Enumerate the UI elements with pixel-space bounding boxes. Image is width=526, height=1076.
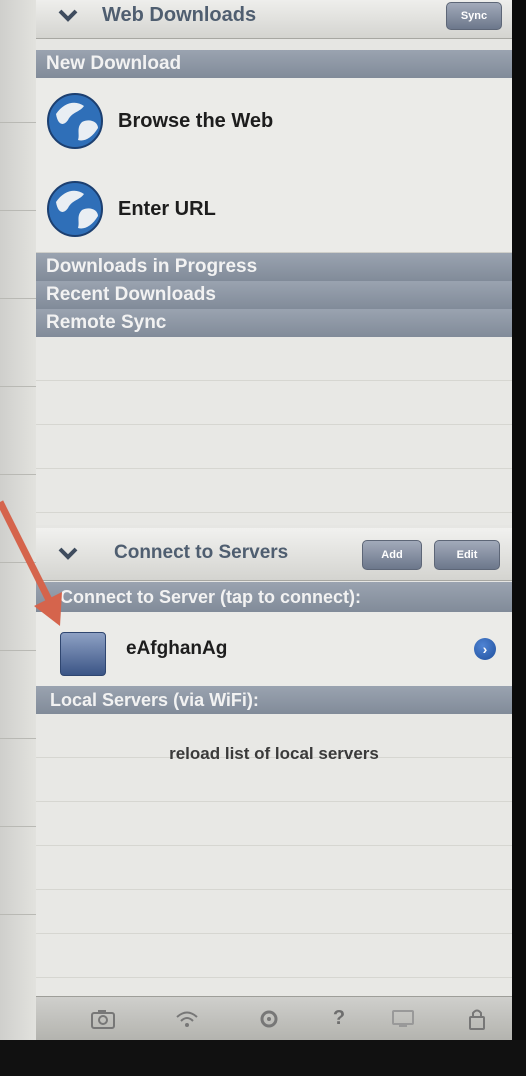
reload-local-servers-link[interactable]: reload list of local servers bbox=[36, 744, 512, 764]
chevron-down-icon[interactable] bbox=[54, 6, 82, 26]
server-row-eafghanag[interactable]: eAfghanAg › bbox=[36, 612, 512, 687]
section-downloads-in-progress: Downloads in Progress bbox=[36, 253, 512, 281]
remote-sync-list bbox=[36, 337, 512, 525]
help-icon[interactable]: ? bbox=[326, 1007, 352, 1031]
monitor-icon[interactable] bbox=[390, 1007, 416, 1031]
lock-icon[interactable] bbox=[464, 1007, 490, 1031]
annotation-arrow-icon bbox=[0, 500, 62, 626]
connect-servers-title: Connect to Servers bbox=[114, 542, 289, 563]
device-bezel-right bbox=[512, 0, 526, 1076]
section-local-servers: Local Servers (via WiFi): bbox=[36, 686, 512, 714]
section-new-download: New Download bbox=[36, 50, 512, 78]
wifi-icon[interactable] bbox=[174, 1007, 200, 1031]
gear-icon[interactable] bbox=[256, 1007, 282, 1031]
connect-servers-header: Connect to Servers Add Edit bbox=[36, 528, 512, 581]
section-recent-downloads: Recent Downloads bbox=[36, 281, 512, 309]
section-remote-sync: Remote Sync bbox=[36, 309, 512, 337]
sync-button[interactable]: Sync bbox=[446, 2, 502, 30]
web-downloads-title: Web Downloads bbox=[102, 4, 257, 26]
globe-icon bbox=[47, 181, 103, 237]
web-downloads-header: Web Downloads Sync bbox=[36, 0, 512, 39]
chevron-right-icon[interactable]: › bbox=[474, 638, 496, 660]
browse-web-row[interactable]: Browse the Web bbox=[36, 78, 512, 165]
device-bezel-bottom bbox=[0, 1040, 526, 1076]
enter-url-row[interactable]: Enter URL bbox=[36, 164, 512, 253]
bottom-toolbar: ? bbox=[36, 996, 512, 1040]
section-connect-to-server: Connect to Server (tap to connect): bbox=[36, 582, 512, 612]
camera-icon[interactable] bbox=[90, 1007, 116, 1031]
add-server-button[interactable]: Add bbox=[362, 540, 422, 570]
server-label: eAfghanAg bbox=[126, 638, 228, 659]
enter-url-label: Enter URL bbox=[118, 198, 216, 220]
globe-icon bbox=[47, 93, 103, 149]
browse-web-label: Browse the Web bbox=[118, 110, 274, 132]
edit-servers-button[interactable]: Edit bbox=[434, 540, 500, 570]
downloads-panel: Web Downloads Sync New Download Browse t… bbox=[36, 0, 512, 1040]
